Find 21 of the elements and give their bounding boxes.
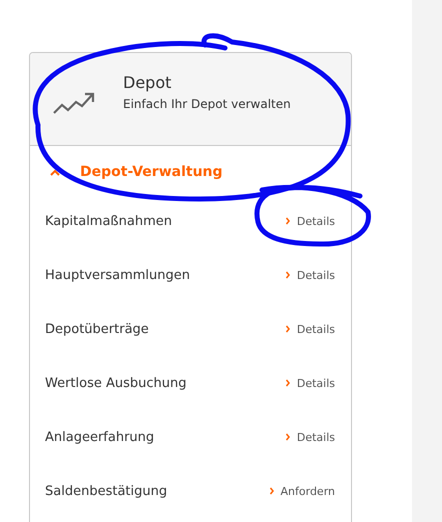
chevron-icon [286,379,290,387]
action-link[interactable]: Details [286,268,335,282]
menu-item-label: Depotüberträge [45,322,149,336]
menu-item-label: Saldenbestätigung [45,484,168,498]
chevron-icon [286,217,290,225]
menu-item-label: Kapitalmaßnahmen [45,214,172,228]
action-link[interactable]: Details [286,430,335,444]
chevron-icon [286,433,290,441]
action-link[interactable]: Details [286,376,335,390]
action-link[interactable]: Details [286,214,335,228]
chevron-icon [286,325,290,333]
caret-icon [50,168,60,176]
card-title: Depot [123,73,172,92]
chevron-icon [270,487,274,495]
menu-item-label: Hauptversammlungen [45,268,190,282]
menu-item-label: Wertlose Ausbuchung [45,376,187,390]
action-link[interactable]: Anfordern [270,484,335,498]
card-subtitle: Einfach Ihr Depot verwalten [123,97,291,111]
action-link[interactable]: Details [286,322,335,336]
menu-item-label: Anlageerfahrung [45,430,154,444]
chevron-icon [286,271,290,279]
